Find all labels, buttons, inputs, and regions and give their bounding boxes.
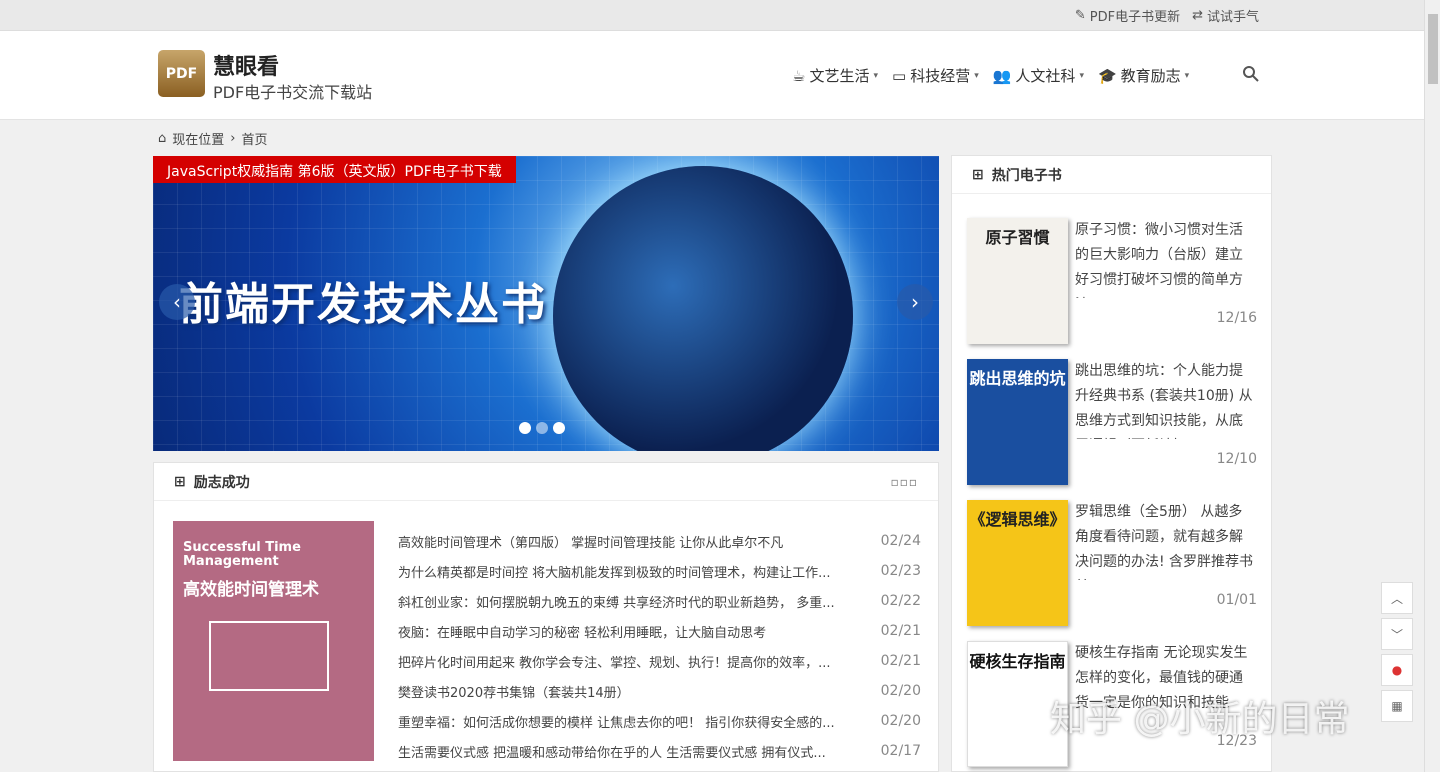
book-date: 12/10 xyxy=(1216,451,1257,467)
list-item[interactable]: 为什么精英都是时间控 将大脑机能发挥到极致的时间管理术，构建让工作... 02/2… xyxy=(398,556,921,586)
graduation-cap-icon: 🎓 xyxy=(1097,66,1117,85)
qrcode-icon: ▦ xyxy=(1391,699,1403,713)
grid-icon: ⊞ xyxy=(972,166,984,183)
slider-dot[interactable] xyxy=(536,422,548,434)
panel-title[interactable]: 励志成功 xyxy=(194,472,250,492)
scroll-bottom-button[interactable]: ﹀ xyxy=(1381,618,1413,650)
book-title[interactable]: 原子习惯：微小习惯对生活的巨大影响力（台版）建立好习惯打破坏习惯的简单方法 xyxy=(1075,218,1255,298)
pdf-update-link[interactable]: ✎ PDF电子书更新 xyxy=(1075,6,1180,25)
list-item[interactable]: 高效能时间管理术（第四版） 掌握时间管理技能 让你从此卓尔不凡 02/24 xyxy=(398,526,921,556)
home-icon: ⌂ xyxy=(158,131,167,146)
chevron-down-icon: ▾ xyxy=(1079,70,1084,81)
nav-item-renwen[interactable]: 👥 人文社科 ▾ xyxy=(993,65,1084,86)
list-item[interactable]: 樊登读书2020荐书集锦（套装共14册） 02/20 xyxy=(398,676,921,706)
list-item[interactable]: 夜脑：在睡眠中自动学习的秘密 轻松利用睡眠，让大脑自动思考 02/21 xyxy=(398,616,921,646)
book-title[interactable]: 罗辑思维（全5册） 从越多角度看待问题，就有越多解决问题的办法! 含罗胖推荐书单 xyxy=(1075,500,1255,580)
coffee-icon: ☕ xyxy=(792,66,806,85)
grid-icon: ⊞ xyxy=(174,473,186,490)
slider-dot[interactable] xyxy=(553,422,565,434)
nav-item-jiaoyu[interactable]: 🎓 教育励志 ▾ xyxy=(1098,65,1189,86)
site-header: PDF 慧眼看 PDF电子书交流下载站 ☕ 文艺生活 ▾ ▭ 科技经营 ▾ 👥 … xyxy=(0,31,1424,120)
book-cover[interactable]: 原子習慣 xyxy=(967,218,1068,344)
more-icon[interactable]: ▫▫▫ xyxy=(891,475,918,489)
qq-icon: ● xyxy=(1391,663,1403,677)
main-nav: ☕ 文艺生活 ▾ ▭ 科技经营 ▾ 👥 人文社科 ▾ 🎓 教育励志 ▾ xyxy=(792,65,1189,86)
list-item[interactable]: 生活需要仪式感 把温暖和感动带给你在乎的人 生活需要仪式感 拥有仪式... 02/… xyxy=(398,736,921,766)
chevron-down-icon: ▾ xyxy=(974,70,979,81)
slider-prev-button[interactable]: ‹ xyxy=(159,284,195,320)
monitor-icon: ▭ xyxy=(892,66,907,85)
site-subtitle: PDF电子书交流下载站 xyxy=(213,83,373,102)
chevron-up-icon: ︿ xyxy=(1390,591,1403,606)
featured-book-cover[interactable]: Successful Time Management 高效能时间管理术 xyxy=(173,521,374,761)
nav-item-wenyi[interactable]: ☕ 文艺生活 ▾ xyxy=(792,65,878,86)
shuffle-icon: ⇄ xyxy=(1192,8,1203,23)
site-title[interactable]: 慧眼看 xyxy=(213,49,279,81)
nav-item-keji[interactable]: ▭ 科技经营 ▾ xyxy=(892,65,979,86)
users-icon: 👥 xyxy=(992,66,1012,85)
hot-book-item[interactable]: 原子習慣 原子习惯：微小习惯对生活的巨大影响力（台版）建立好习惯打破坏习惯的简单… xyxy=(967,218,1257,344)
list-item[interactable]: 把碎片化时间用起来 教你学会专注、掌控、规划、执行！提高你的效率，... 02/2… xyxy=(398,646,921,676)
banner-caption[interactable]: JavaScript权威指南 第6版（英文版）PDF电子书下载 xyxy=(153,156,516,183)
qrcode-button[interactable]: ▦ xyxy=(1381,690,1413,722)
scroll-top-button[interactable]: ︿ xyxy=(1381,582,1413,614)
logo[interactable]: PDF xyxy=(158,50,205,97)
slider-next-button[interactable]: › xyxy=(897,284,933,320)
list-item[interactable]: 重塑幸福：如何活成你想要的模样 让焦虑去你的吧！ 指引你获得安全感的... 02/… xyxy=(398,706,921,736)
edit-icon: ✎ xyxy=(1074,8,1086,23)
panel-header: ⊞ 励志成功 xyxy=(154,463,938,501)
search-icon[interactable] xyxy=(1242,65,1260,83)
category-panel: ⊞ 励志成功 ▫▫▫ Successful Time Management 高效… xyxy=(153,462,939,772)
book-cover[interactable]: 跳出思维的坑 xyxy=(967,359,1068,485)
scrollbar-thumb[interactable] xyxy=(1428,14,1438,84)
scrollbar[interactable] xyxy=(1424,0,1440,772)
hot-book-item[interactable]: 跳出思维的坑 跳出思维的坑：个人能力提升经典书系 (套装共10册) 从思维方式到… xyxy=(967,359,1257,485)
book-date: 12/16 xyxy=(1216,310,1257,326)
chevron-down-icon: ﹀ xyxy=(1390,627,1403,642)
globe-image xyxy=(553,166,853,451)
breadcrumb: ⌂ 现在位置 › 首页 xyxy=(158,129,268,148)
sidebar-title: 热门电子书 xyxy=(991,167,1062,184)
book-cover[interactable]: 《逻辑思维》 xyxy=(967,500,1068,626)
banner-headline: 前端开发技术丛书 xyxy=(179,279,547,330)
banner-slider[interactable]: 前端开发技术丛书 JavaScript权威指南 第6版（英文版）PDF电子书下载… xyxy=(153,156,939,451)
chevron-down-icon: ▾ xyxy=(873,70,878,81)
chevron-down-icon: ▾ xyxy=(1184,70,1190,81)
slider-dot[interactable] xyxy=(519,422,531,434)
cover-chart-graphic xyxy=(209,621,329,691)
book-title[interactable]: 跳出思维的坑：个人能力提升经典书系 (套装共10册) 从思维方式到知识技能，从底… xyxy=(1075,359,1255,439)
random-link[interactable]: ⇄ 试试手气 xyxy=(1192,6,1259,25)
breadcrumb-home-link[interactable]: 首页 xyxy=(241,129,267,148)
watermark: 知乎 @小新的日常 xyxy=(1050,699,1350,740)
top-bar: ✎ PDF电子书更新 ⇄ 试试手气 xyxy=(0,0,1424,31)
book-date: 01/01 xyxy=(1216,592,1257,608)
list-item[interactable]: 斜杠创业家：如何摆脱朝九晚五的束缚 共享经济时代的职业新趋势， 多重... 02/… xyxy=(398,586,921,616)
hot-books-sidebar: ⊞ 热门电子书 原子習慣 原子习惯：微小习惯对生活的巨大影响力（台版）建立好习惯… xyxy=(951,155,1272,772)
sidebar-header: ⊞ 热门电子书 xyxy=(952,156,1271,194)
qq-button[interactable]: ● xyxy=(1381,654,1413,686)
slider-dots xyxy=(519,422,565,434)
article-list: 高效能时间管理术（第四版） 掌握时间管理技能 让你从此卓尔不凡 02/24 为什么… xyxy=(398,526,921,766)
hot-book-item[interactable]: 《逻辑思维》 罗辑思维（全5册） 从越多角度看待问题，就有越多解决问题的办法! … xyxy=(967,500,1257,626)
